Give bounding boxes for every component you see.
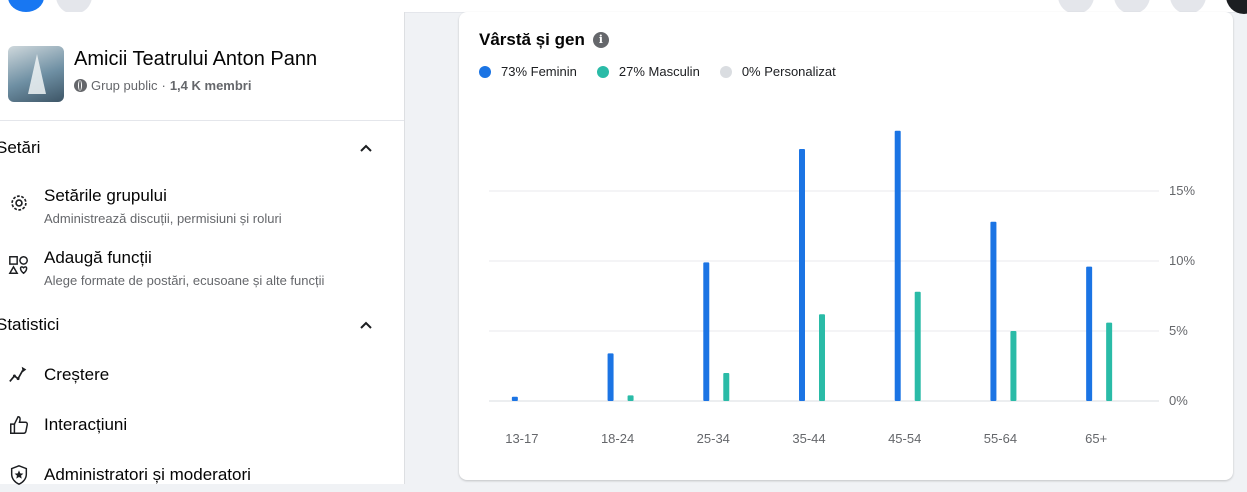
bar-feminin-45-54[interactable] [894,130,901,402]
gear-icon [11,195,27,211]
group-meta: Grup public · 1,4 K membri [74,78,251,93]
x-tick-label: 65+ [1085,431,1107,446]
sidebar-item-add-features[interactable]: Adaugă funcții Alege formate de postări,… [0,248,404,298]
sidebar-item-group-settings[interactable]: Setările grupului Administrează discuții… [0,186,404,236]
bar-masculin-18-24[interactable] [627,395,634,401]
age-gender-card: Vârstă și gen i 73% Feminin 27% Masculin… [459,12,1233,480]
chevron-up-icon[interactable] [358,140,374,156]
bar-masculin-55-64[interactable] [1010,331,1017,401]
bar-feminin-18-24[interactable] [607,353,614,401]
y-tick-label: 15% [1169,183,1195,198]
bar-masculin-65+[interactable] [1106,322,1113,401]
bar-masculin-25-34[interactable] [723,373,730,401]
globe-icon [74,79,87,92]
y-tick-label: 5% [1169,323,1188,338]
group-avatar[interactable] [8,46,64,102]
stats-section-title: Statistici [0,315,60,334]
y-tick-label: 0% [1169,393,1188,408]
x-tick-label: 55-64 [984,431,1017,446]
shapes-icon [8,256,28,275]
y-tick-label: 10% [1169,253,1195,268]
bar-feminin-35-44[interactable] [799,149,805,401]
x-tick-label: 45-54 [888,431,921,446]
group-privacy: Grup public [91,78,158,93]
x-tick-label: 18-24 [601,431,634,446]
group-name[interactable]: Amicii Teatrului Anton Pann [74,48,317,71]
x-tick-label: 35-44 [792,431,825,446]
x-tick-label: 25-34 [697,431,730,446]
thumbs-up-icon [10,416,29,434]
bar-feminin-13-17[interactable] [511,396,518,401]
sidebar-item-label: Setările grupului [44,186,167,205]
meta-separator: · [161,78,166,93]
facebook-logo-icon[interactable] [8,0,44,12]
admin-star-icon [10,465,28,485]
bar-feminin-55-64[interactable] [990,221,997,401]
sidebar-item-label: Administratori și moderatori [44,465,251,484]
sidebar-item-description: Administrează discuții, permisiuni și ro… [44,211,282,226]
sidebar-item-admins-moderators[interactable]: Administratori și moderatori [0,462,404,492]
bar-masculin-35-44[interactable] [819,314,825,401]
bar-masculin-45-54[interactable] [914,291,921,401]
bar-feminin-25-34[interactable] [703,262,710,401]
sidebar-item-label: Creștere [44,365,110,384]
chevron-up-icon[interactable] [358,317,374,333]
settings-section-title: Setări [0,138,41,157]
growth-icon [9,366,27,382]
sidebar-item-description: Alege formate de postări, ecusoane și al… [44,273,325,288]
sidebar-item-label: Adaugă funcții [44,248,152,267]
sidebar-item-interactions[interactable]: Interacțiuni [0,412,404,442]
admin-sidebar: Amicii Teatrului Anton Pann Grup public … [0,12,405,485]
bar-feminin-65+[interactable] [1086,266,1093,401]
age-gender-bar-chart: 0% 5% 10% 15% 13-17 18-24 25-34 35-44 45-54 55-64… [489,130,1195,446]
sidebar-item-label: Interacțiuni [44,415,128,434]
x-tick-label: 13-17 [505,431,538,446]
group-header[interactable]: Amicii Teatrului Anton Pann Grup public … [8,46,398,106]
divider [0,120,404,121]
sidebar-item-growth[interactable]: Creștere [0,362,404,392]
group-members-count[interactable]: 1,4 K membri [170,78,252,93]
